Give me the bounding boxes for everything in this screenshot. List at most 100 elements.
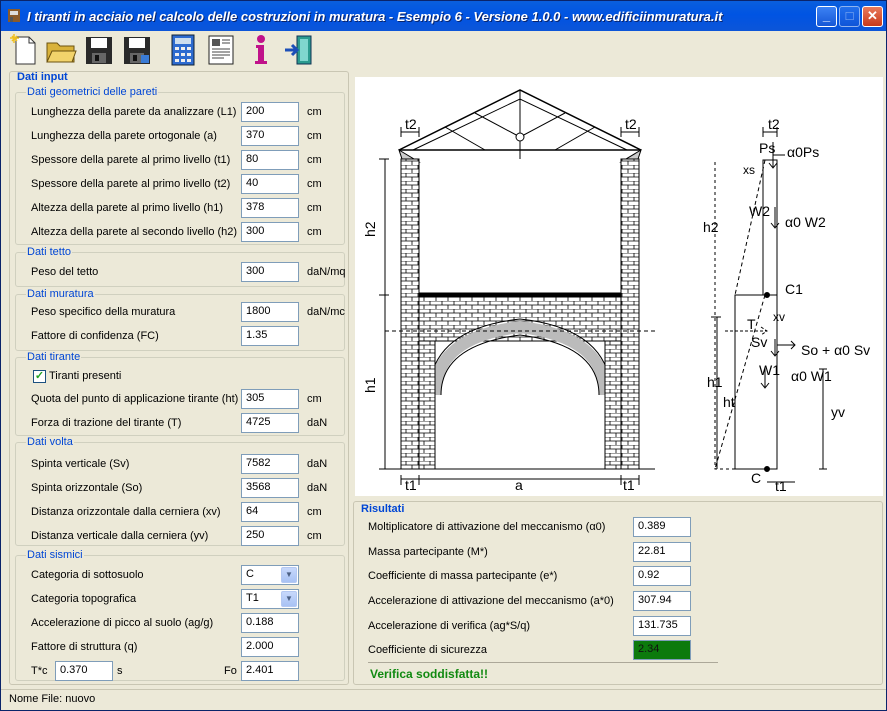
label-c: C <box>751 470 761 486</box>
group-roof: Dati tetto Peso del tetto 300 daN/mq <box>15 246 346 287</box>
ag-label: Accelerazione di picco al suolo (ag/g) <box>31 617 214 629</box>
scheme-drawing: t2 t2 h2 h1 t1 a t1 t2 Ps α0Ps xs h2 W2 … <box>355 77 883 496</box>
maximize-button[interactable]: □ <box>839 6 860 27</box>
label-w1: W1 <box>759 362 780 378</box>
fo-label: Fo <box>224 665 237 677</box>
geometry-heading: Dati geometrici delle pareti <box>26 86 159 98</box>
t2-unit: cm <box>307 178 322 190</box>
open-folder-icon[interactable] <box>45 33 77 67</box>
label-yv: yv <box>831 404 845 420</box>
group-geometry: Dati geometrici delle pareti Lunghezza d… <box>15 86 345 245</box>
label-alpha-ps: α0Ps <box>787 144 819 160</box>
t1-input[interactable]: 80 <box>241 150 299 170</box>
input-heading: Dati input <box>17 71 68 83</box>
roof-weight-unit: daN/mq <box>307 266 346 278</box>
exit-icon[interactable] <box>283 33 315 67</box>
ht-unit: cm <box>307 393 322 405</box>
chevron-down-icon[interactable]: ▼ <box>281 591 297 607</box>
input-panel: Dati input Dati geometrici delle pareti … <box>9 71 349 685</box>
label-h2: h2 <box>362 221 378 237</box>
results-divider <box>368 662 718 663</box>
label-xs: xs <box>743 163 755 177</box>
app-window: I tiranti in acciaio nel calcolo delle c… <box>0 0 887 711</box>
h2-label: Altezza della parete al secondo livello … <box>31 226 238 238</box>
specific-weight-input[interactable]: 1800 <box>241 302 299 322</box>
tc-input[interactable]: 0.370 <box>55 661 113 681</box>
a-input[interactable]: 370 <box>241 126 299 146</box>
soil-category-label: Categoria di sottosuolo <box>31 569 144 581</box>
h2-input[interactable]: 300 <box>241 222 299 242</box>
h1-input[interactable]: 378 <box>241 198 299 218</box>
tie-force-input[interactable]: 4725 <box>241 413 299 433</box>
title-bar[interactable]: I tiranti in acciaio nel calcolo delle c… <box>1 1 886 31</box>
q-input[interactable]: 2.000 <box>241 637 299 657</box>
xv-input[interactable]: 64 <box>241 502 299 522</box>
structure-diagram: t2 t2 h2 h1 t1 a t1 t2 Ps α0Ps xs h2 W2 … <box>362 89 870 494</box>
tie-force-unit: daN <box>307 417 328 429</box>
activation-acc-label: Accelerazione di attivazione del meccani… <box>368 595 614 607</box>
activation-acc-value: 307.94 <box>633 591 691 611</box>
label-h1: h1 <box>362 377 378 393</box>
chevron-down-icon[interactable]: ▼ <box>281 567 297 583</box>
t2-label: Spessore della parete al primo livello (… <box>31 178 231 190</box>
sv-input[interactable]: 7582 <box>241 454 299 474</box>
window-title: I tiranti in acciaio nel calcolo delle c… <box>27 9 723 24</box>
label-so: So + α0 Sv <box>801 342 870 358</box>
group-seismic: Dati sismici Categoria di sottosuolo C ▼ … <box>15 549 345 681</box>
info-icon[interactable] <box>245 33 277 67</box>
fc-label: Fattore di confidenza (FC) <box>31 330 159 342</box>
yv-unit: cm <box>307 530 322 542</box>
fo-input[interactable]: 2.401 <box>241 661 299 681</box>
mass-coef-label: Coefficiente di massa partecipante (e*) <box>368 570 558 582</box>
new-file-icon[interactable] <box>9 33 41 67</box>
so-input[interactable]: 3568 <box>241 478 299 498</box>
soil-category-value: C <box>246 568 254 580</box>
calculator-icon[interactable] <box>167 33 199 67</box>
h1-unit: cm <box>307 202 322 214</box>
vault-heading: Dati volta <box>26 436 74 448</box>
q-label: Fattore di struttura (q) <box>31 641 138 653</box>
specific-weight-unit: daN/mc <box>307 306 345 318</box>
label-t2-mech: t2 <box>768 116 780 132</box>
ht-label: Quota del punto di applicazione tirante … <box>31 393 239 405</box>
group-vault: Dati volta Spinta verticale (Sv) 7582 da… <box>15 436 345 546</box>
topo-category-select[interactable]: T1 ▼ <box>241 589 299 609</box>
soil-category-select[interactable]: C ▼ <box>241 565 299 585</box>
label-alpha-w2: α0 W2 <box>785 214 826 230</box>
safety-coef-label: Coefficiente di sicurezza <box>368 644 488 656</box>
t1-unit: cm <box>307 154 322 166</box>
alpha0-value: 0.389 <box>633 517 691 537</box>
fc-input[interactable]: 1.35 <box>241 326 299 346</box>
xv-label: Distanza orizzontale dalla cerniera (xv) <box>31 506 221 518</box>
yv-input[interactable]: 250 <box>241 526 299 546</box>
label-c1: C1 <box>785 281 803 297</box>
safety-coef-value: 2.34 <box>633 640 691 660</box>
save-icon[interactable] <box>83 33 115 67</box>
close-button[interactable]: ✕ <box>862 6 883 27</box>
save-as-icon[interactable] <box>121 33 153 67</box>
report-icon[interactable] <box>205 33 237 67</box>
roof-weight-input[interactable]: 300 <box>241 262 299 282</box>
label-t2-right: t2 <box>625 116 637 132</box>
a-unit: cm <box>307 130 322 142</box>
tie-force-label: Forza di trazione del tirante (T) <box>31 417 182 429</box>
tc-unit: s <box>117 665 123 677</box>
ht-input[interactable]: 305 <box>241 389 299 409</box>
minimize-button[interactable]: _ <box>816 6 837 27</box>
label-t1-left: t1 <box>405 477 417 493</box>
l1-input[interactable]: 200 <box>241 102 299 122</box>
t1-label: Spessore della parete al primo livello (… <box>31 154 231 166</box>
label-t: T <box>747 316 756 332</box>
l1-label: Lunghezza della parete da analizzare (L1… <box>31 106 237 118</box>
group-masonry: Dati muratura Peso specifico della murat… <box>15 288 345 351</box>
sv-unit: daN <box>307 458 328 470</box>
l1-unit: cm <box>307 106 322 118</box>
results-panel: Risultati Moltiplicatore di attivazione … <box>353 501 883 685</box>
sv-label: Spinta verticale (Sv) <box>31 458 130 470</box>
label-ht: ht <box>723 394 735 410</box>
tie-present-label[interactable]: Tiranti presenti <box>49 370 121 382</box>
label-sv: Sv <box>751 334 767 350</box>
ag-input[interactable]: 0.188 <box>241 613 299 633</box>
t2-input[interactable]: 40 <box>241 174 299 194</box>
tie-present-checkbox[interactable]: ✓ <box>33 370 46 383</box>
